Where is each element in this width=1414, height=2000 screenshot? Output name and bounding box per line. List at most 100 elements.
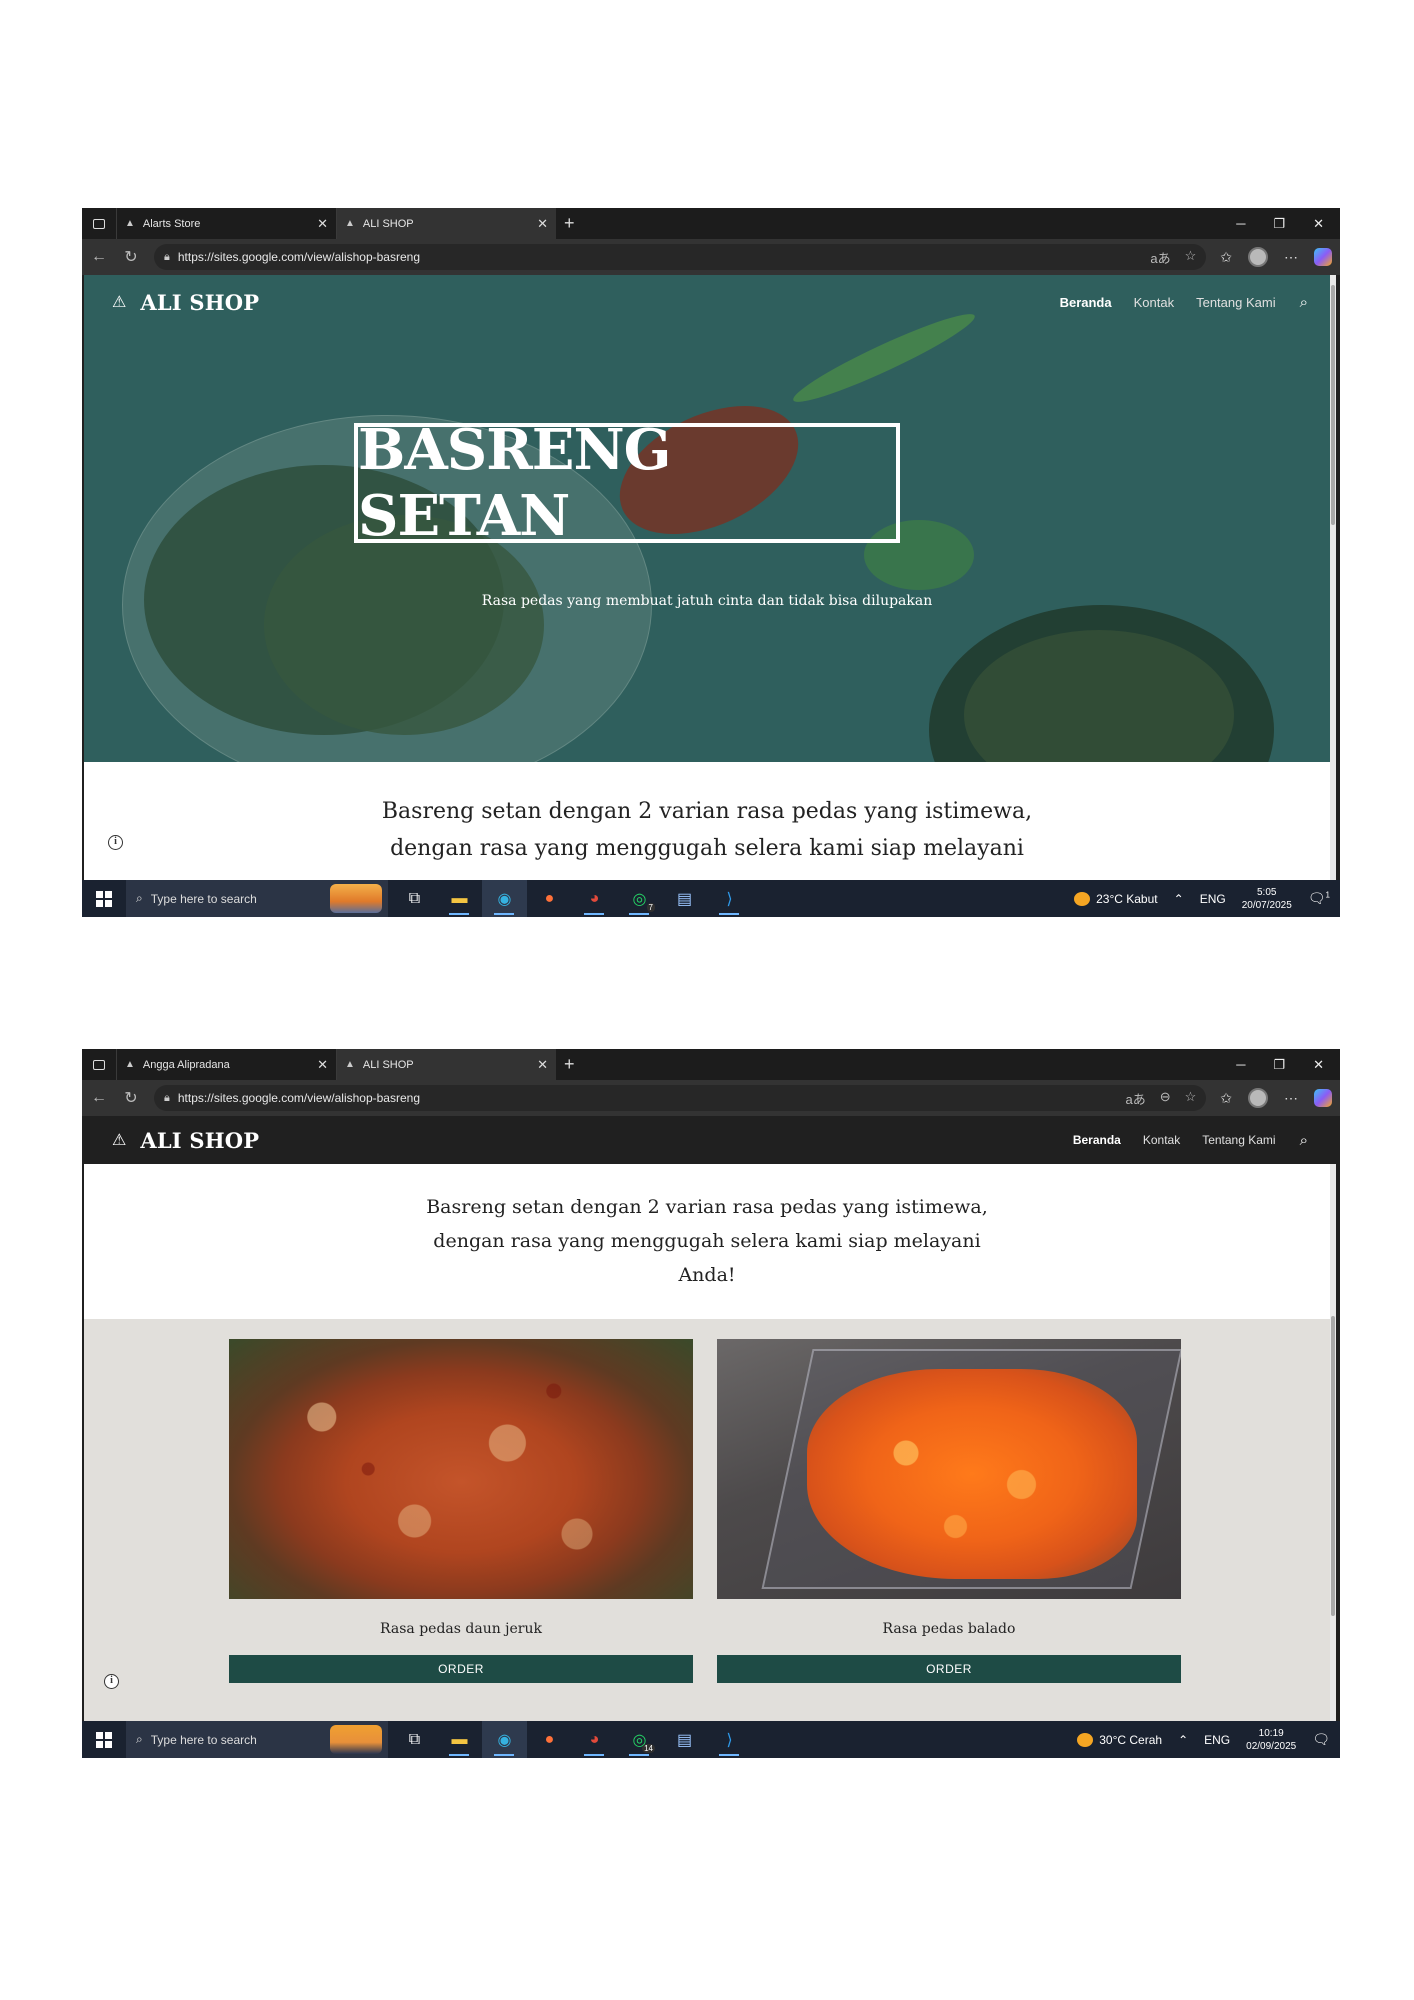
read-aloud-icon[interactable]: aあ [1150,248,1170,267]
notification-icon[interactable]: 🗨︎ [1312,1731,1330,1748]
site-title[interactable]: ALI SHOP [140,1128,259,1153]
copilot-icon[interactable] [1314,1089,1332,1107]
page-scrollbar[interactable] [1330,275,1336,880]
refresh-icon[interactable]: ↻ [122,1088,140,1108]
nav-link-beranda[interactable]: Beranda [1060,295,1112,310]
chrome-icon[interactable]: ◕ [572,880,617,917]
favorite-star-icon[interactable]: ☆ [1185,248,1197,267]
nav-link-kontak[interactable]: Kontak [1134,295,1174,310]
refresh-icon[interactable]: ↻ [122,247,140,267]
clock-date: 02/09/2025 [1246,1740,1297,1752]
whatsapp-icon[interactable]: ◎ 7 [617,880,662,917]
product-image-daun-jeruk [229,1339,693,1599]
task-view-icon[interactable]: ⧉ [392,1721,437,1758]
chevron-up-icon[interactable]: ⌃ [1174,892,1184,906]
url-field[interactable]: 🔒︎ https://sites.google.com/view/alishop… [154,1085,1207,1111]
product-label: Rasa pedas daun jeruk [380,1621,542,1637]
order-button[interactable]: ORDER [229,1655,693,1683]
site-logo-icon[interactable]: ⚠︎ [112,292,126,312]
address-bar-row: ← ↻ 🔒︎ https://sites.google.com/view/ali… [82,1080,1340,1116]
close-tab-icon[interactable]: ✕ [537,216,548,232]
hero-title-frame: BASRENG SETAN [354,417,900,549]
search-highlight-image[interactable] [330,884,382,913]
taskbar-search[interactable]: ⌕ Type here to search [126,880,388,917]
notification-icon[interactable]: 🗨︎1 [1308,890,1330,907]
clock[interactable]: 10:19 02/09/2025 [1246,1727,1296,1753]
whatsapp-badge: 7 [646,903,655,912]
site-search-icon[interactable]: ⌕ [1300,1132,1308,1149]
close-tab-icon[interactable]: ✕ [317,216,328,232]
window-menu-icon[interactable] [82,218,116,229]
minimize-icon[interactable]: ─ [1236,1057,1245,1073]
nav-link-kontak[interactable]: Kontak [1143,1133,1180,1147]
favorite-star-icon[interactable]: ☆ [1185,1089,1197,1108]
nav-link-tentang-kami[interactable]: Tentang Kami [1202,1133,1275,1147]
browser-tab-active[interactable]: ▲ ALI SHOP ✕ [336,208,556,239]
close-tab-icon[interactable]: ✕ [317,1057,328,1073]
new-tab-icon[interactable]: + [564,1054,575,1075]
more-options-icon[interactable]: ⋯ [1284,249,1298,266]
url-field[interactable]: 🔒︎ https://sites.google.com/view/alishop… [154,244,1207,270]
chrome-icon[interactable]: ◕ [572,1721,617,1758]
start-button[interactable] [82,890,126,907]
vscode-icon[interactable]: ⟩ [707,880,752,917]
product-card: Rasa pedas balado ORDER [717,1339,1181,1683]
product-image-balado [717,1339,1181,1599]
close-window-icon[interactable]: ✕ [1313,1057,1324,1073]
nav-link-tentang-kami[interactable]: Tentang Kami [1196,295,1276,310]
restore-icon[interactable]: ❐ [1273,216,1285,232]
site-nav-links: Beranda Kontak Tentang Kami ⌕ [1073,1132,1308,1149]
firefox-icon[interactable]: ● [527,1721,572,1758]
whatsapp-badge: 14 [642,1744,655,1753]
browser-tab[interactable]: ▲ Alarts Store ✕ [116,208,336,239]
task-view-icon[interactable]: ⧉ [392,880,437,917]
clock[interactable]: 5:05 20/07/2025 [1242,886,1292,912]
close-window-icon[interactable]: ✕ [1313,216,1324,232]
chevron-up-icon[interactable]: ⌃ [1178,1733,1188,1747]
minimize-icon[interactable]: ─ [1236,216,1245,232]
back-arrow-icon[interactable]: ← [90,248,108,266]
window-menu-icon[interactable] [82,1059,116,1070]
zoom-icon[interactable]: ⊖ [1160,1089,1171,1108]
weather-icon [1077,1732,1094,1747]
info-icon[interactable]: i [104,1674,119,1689]
more-options-icon[interactable]: ⋯ [1284,1090,1298,1107]
browser-tab-active[interactable]: ▲ ALI SHOP ✕ [336,1049,556,1080]
restore-icon[interactable]: ❐ [1273,1057,1285,1073]
weather-widget[interactable]: 30°C Cerah [1077,1732,1162,1747]
language-indicator[interactable]: ENG [1204,1733,1230,1747]
close-tab-icon[interactable]: ✕ [537,1057,548,1073]
favorites-icon[interactable]: ✩ [1220,1090,1232,1107]
profile-avatar[interactable] [1248,1088,1268,1108]
browser-tab[interactable]: ▲ Angga Alipradana ✕ [116,1049,336,1080]
search-highlight-image[interactable] [330,1725,382,1754]
read-aloud-icon[interactable]: aあ [1125,1089,1145,1108]
firefox-icon[interactable]: ● [527,880,572,917]
site-logo-icon[interactable]: ⚠︎ [112,1130,126,1150]
info-icon[interactable]: i [108,835,123,850]
clock-time: 5:05 [1257,886,1277,898]
file-explorer-icon[interactable]: ▬ [437,880,482,917]
taskbar-search[interactable]: ⌕ Type here to search [126,1721,388,1758]
page-scrollbar[interactable] [1330,1116,1336,1721]
order-button[interactable]: ORDER [717,1655,1181,1683]
new-tab-icon[interactable]: + [564,213,575,234]
copilot-icon[interactable] [1314,248,1332,266]
nav-link-beranda[interactable]: Beranda [1073,1133,1121,1147]
file-explorer-icon[interactable]: ▬ [437,1721,482,1758]
site-title[interactable]: ALI SHOP [140,290,259,315]
whatsapp-icon[interactable]: ◎ 14 [617,1721,662,1758]
start-button[interactable] [82,1731,126,1748]
language-indicator[interactable]: ENG [1200,892,1226,906]
edge-icon[interactable]: ◉ [482,1721,527,1758]
edge-icon[interactable]: ◉ [482,880,527,917]
favorites-icon[interactable]: ✩ [1220,249,1232,266]
site-search-icon[interactable]: ⌕ [1300,294,1308,311]
network-app-icon[interactable]: ▤ [662,1721,707,1758]
network-app-icon[interactable]: ▤ [662,880,707,917]
back-arrow-icon[interactable]: ← [90,1089,108,1107]
weather-widget[interactable]: 23°C Kabut [1074,891,1158,906]
vscode-icon[interactable]: ⟩ [707,1721,752,1758]
site-favicon-icon: ▲ [125,218,135,229]
profile-avatar[interactable] [1248,247,1268,267]
